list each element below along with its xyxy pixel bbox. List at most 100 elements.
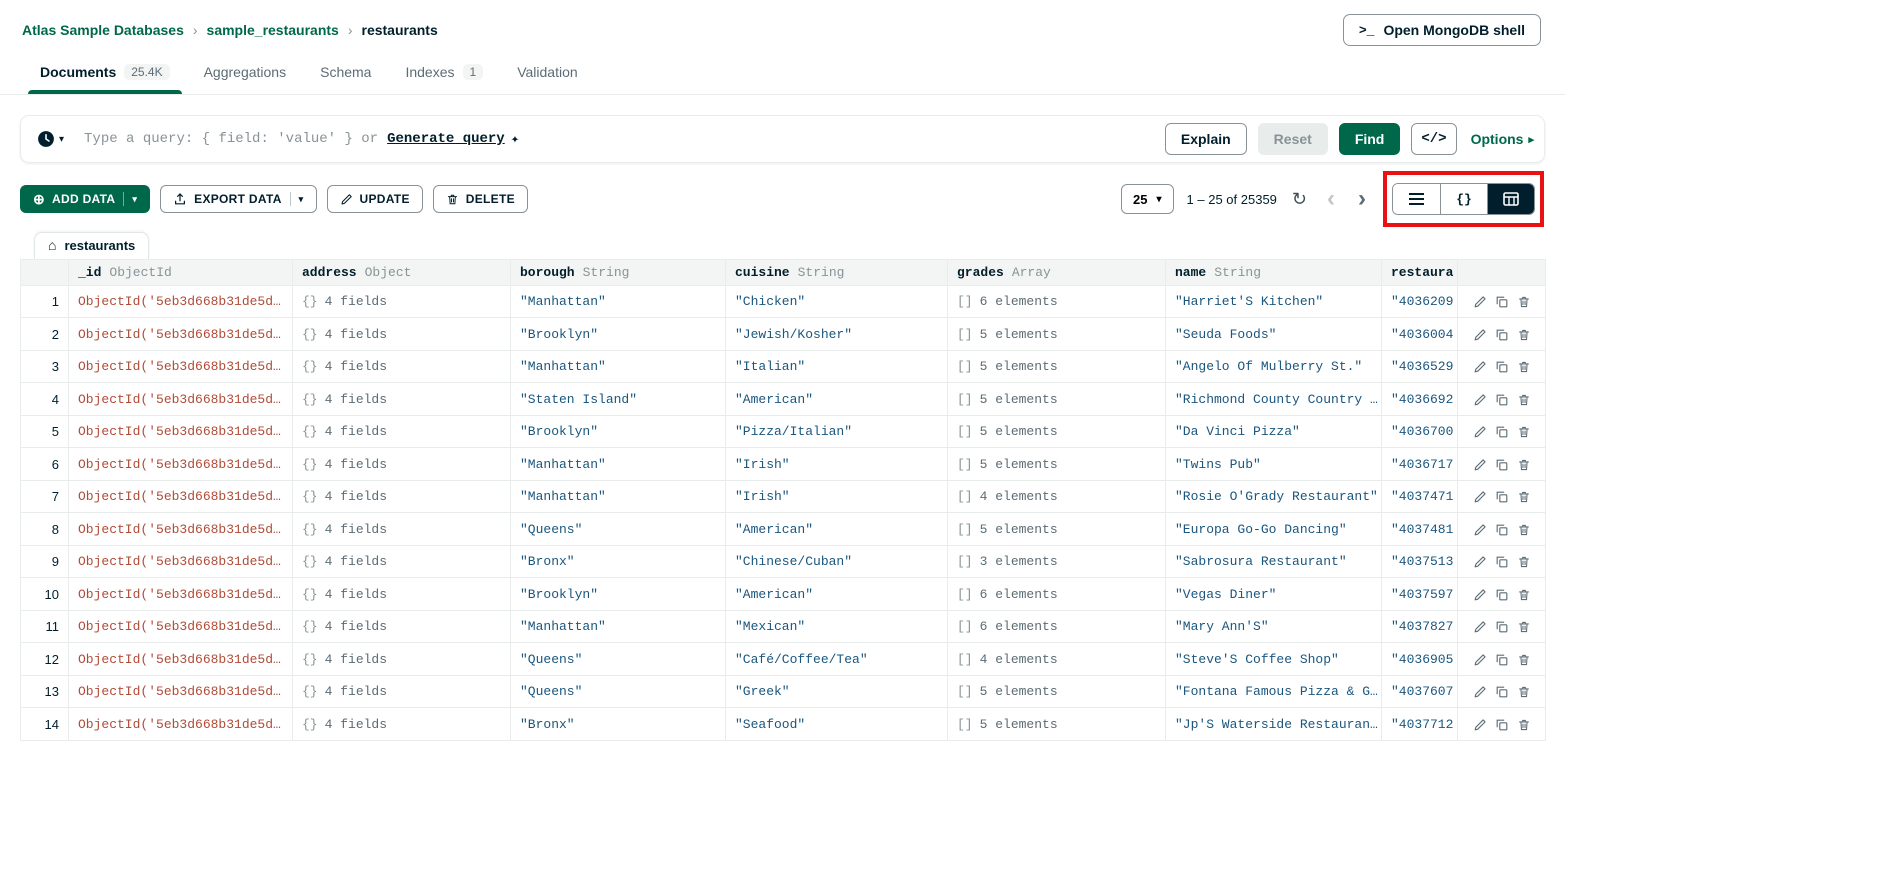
cell-cuisine[interactable]: "Irish": [726, 448, 948, 480]
cell-borough[interactable]: "Queens": [511, 675, 726, 707]
column-header-borough[interactable]: boroughString: [511, 260, 726, 286]
cell-id[interactable]: ObjectId('5eb3d668b31de5d…: [69, 513, 293, 545]
edit-document-button[interactable]: [1469, 487, 1491, 506]
cell-restaurant-id[interactable]: "4036717: [1382, 448, 1458, 480]
copy-document-button[interactable]: [1491, 649, 1513, 668]
cell-id[interactable]: ObjectId('5eb3d668b31de5d…: [69, 578, 293, 610]
cell-address[interactable]: {}4 fields: [293, 513, 511, 545]
cell-address[interactable]: {}4 fields: [293, 448, 511, 480]
cell-name[interactable]: "Angelo Of Mulberry St.": [1166, 350, 1382, 382]
edit-document-button[interactable]: [1469, 389, 1491, 408]
cell-id[interactable]: ObjectId('5eb3d668b31de5d…: [69, 708, 293, 740]
delete-button[interactable]: DELETE: [433, 185, 528, 213]
cell-restaurant-id[interactable]: "4037471: [1382, 480, 1458, 512]
cell-borough[interactable]: "Manhattan": [511, 286, 726, 318]
cell-grades[interactable]: []5 elements: [948, 708, 1166, 740]
cell-restaurant-id[interactable]: "4037481: [1382, 513, 1458, 545]
copy-document-button[interactable]: [1491, 617, 1513, 636]
cell-grades[interactable]: []5 elements: [948, 513, 1166, 545]
cell-address[interactable]: {}4 fields: [293, 318, 511, 350]
prev-page-button[interactable]: ‹: [1322, 185, 1340, 213]
cell-address[interactable]: {}4 fields: [293, 545, 511, 577]
cell-name[interactable]: "Harriet'S Kitchen": [1166, 286, 1382, 318]
cell-name[interactable]: "Europa Go-Go Dancing": [1166, 513, 1382, 545]
cell-name[interactable]: "Richmond County Country …: [1166, 383, 1382, 415]
options-link[interactable]: Options ▸: [1471, 131, 1534, 147]
cell-cuisine[interactable]: "American": [726, 578, 948, 610]
edit-document-button[interactable]: [1469, 714, 1491, 733]
copy-document-button[interactable]: [1491, 714, 1513, 733]
toggle-query-code-button[interactable]: </>: [1411, 123, 1456, 155]
cell-id[interactable]: ObjectId('5eb3d668b31de5d…: [69, 545, 293, 577]
cell-grades[interactable]: []5 elements: [948, 383, 1166, 415]
cell-grades[interactable]: []4 elements: [948, 480, 1166, 512]
column-header-grades[interactable]: gradesArray: [948, 260, 1166, 286]
cell-id[interactable]: ObjectId('5eb3d668b31de5d…: [69, 383, 293, 415]
page-size-select[interactable]: 25 ▾: [1121, 184, 1174, 214]
breadcrumb-sample-restaurants[interactable]: sample_restaurants: [207, 22, 339, 38]
edit-document-button[interactable]: [1469, 454, 1491, 473]
cell-borough[interactable]: "Brooklyn": [511, 318, 726, 350]
column-header-name[interactable]: nameString: [1166, 260, 1382, 286]
cell-address[interactable]: {}4 fields: [293, 383, 511, 415]
tab-schema[interactable]: Schema: [306, 54, 385, 94]
delete-document-button[interactable]: [1513, 682, 1535, 701]
cell-id[interactable]: ObjectId('5eb3d668b31de5d…: [69, 286, 293, 318]
cell-grades[interactable]: []5 elements: [948, 415, 1166, 447]
cell-cuisine[interactable]: "Italian": [726, 350, 948, 382]
cell-restaurant-id[interactable]: "4037597: [1382, 578, 1458, 610]
cell-name[interactable]: "Sabrosura Restaurant": [1166, 545, 1382, 577]
edit-document-button[interactable]: [1469, 422, 1491, 441]
cell-cuisine[interactable]: "Chinese/Cuban": [726, 545, 948, 577]
column-header-_id[interactable]: _idObjectId: [69, 260, 293, 286]
cell-grades[interactable]: []6 elements: [948, 286, 1166, 318]
delete-document-button[interactable]: [1513, 487, 1535, 506]
delete-document-button[interactable]: [1513, 389, 1535, 408]
edit-document-button[interactable]: [1469, 552, 1491, 571]
copy-document-button[interactable]: [1491, 422, 1513, 441]
cell-borough[interactable]: "Bronx": [511, 545, 726, 577]
cell-grades[interactable]: []5 elements: [948, 350, 1166, 382]
copy-document-button[interactable]: [1491, 487, 1513, 506]
cell-id[interactable]: ObjectId('5eb3d668b31de5d…: [69, 610, 293, 642]
tab-documents[interactable]: Documents 25.4K: [26, 54, 184, 94]
cell-address[interactable]: {}4 fields: [293, 708, 511, 740]
copy-document-button[interactable]: [1491, 454, 1513, 473]
reset-button[interactable]: Reset: [1258, 123, 1328, 155]
cell-borough[interactable]: "Brooklyn": [511, 415, 726, 447]
copy-document-button[interactable]: [1491, 324, 1513, 343]
cell-cuisine[interactable]: "Chicken": [726, 286, 948, 318]
generate-query-link[interactable]: Generate query ✦: [387, 131, 519, 148]
delete-document-button[interactable]: [1513, 552, 1535, 571]
cell-borough[interactable]: "Queens": [511, 513, 726, 545]
find-button[interactable]: Find: [1339, 123, 1401, 155]
json-view-button[interactable]: {}: [1440, 184, 1487, 214]
tab-indexes[interactable]: Indexes 1: [391, 54, 497, 94]
cell-name[interactable]: "Seuda Foods": [1166, 318, 1382, 350]
delete-document-button[interactable]: [1513, 519, 1535, 538]
cell-address[interactable]: {}4 fields: [293, 480, 511, 512]
delete-document-button[interactable]: [1513, 584, 1535, 603]
copy-document-button[interactable]: [1491, 584, 1513, 603]
cell-name[interactable]: "Mary Ann'S": [1166, 610, 1382, 642]
export-data-button[interactable]: EXPORT DATA ▾: [160, 185, 316, 213]
cell-restaurant-id[interactable]: "4037607: [1382, 675, 1458, 707]
cell-grades[interactable]: []6 elements: [948, 578, 1166, 610]
tab-aggregations[interactable]: Aggregations: [190, 54, 301, 94]
cell-borough[interactable]: "Manhattan": [511, 480, 726, 512]
edit-document-button[interactable]: [1469, 357, 1491, 376]
cell-id[interactable]: ObjectId('5eb3d668b31de5d…: [69, 675, 293, 707]
delete-document-button[interactable]: [1513, 649, 1535, 668]
cell-borough[interactable]: "Manhattan": [511, 350, 726, 382]
refresh-button[interactable]: ↻: [1290, 188, 1309, 210]
cell-address[interactable]: {}4 fields: [293, 578, 511, 610]
column-header-restaura[interactable]: restaura: [1382, 260, 1458, 286]
delete-document-button[interactable]: [1513, 357, 1535, 376]
cell-grades[interactable]: []3 elements: [948, 545, 1166, 577]
copy-document-button[interactable]: [1491, 682, 1513, 701]
cell-id[interactable]: ObjectId('5eb3d668b31de5d…: [69, 643, 293, 675]
edit-document-button[interactable]: [1469, 519, 1491, 538]
cell-borough[interactable]: "Queens": [511, 643, 726, 675]
cell-grades[interactable]: []5 elements: [948, 675, 1166, 707]
edit-document-button[interactable]: [1469, 584, 1491, 603]
